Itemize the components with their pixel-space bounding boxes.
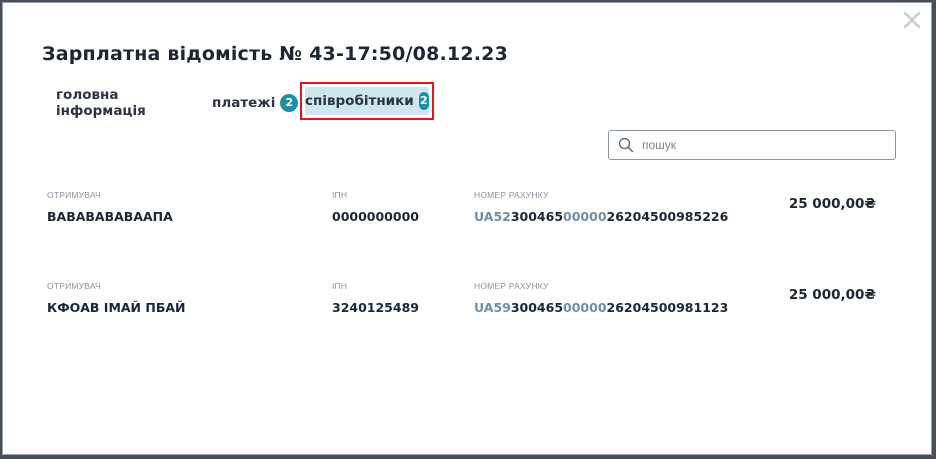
tab-label: головна інформація [56, 87, 146, 119]
recipient-name: ВАВАВАВАВААПА [47, 209, 173, 224]
tab-employees[interactable]: співробітники 2 [300, 82, 434, 120]
employee-row: ОТРИМУВАЧ КФОАВ ІМАЙ ПБАЙ ІПН 3240125489… [3, 281, 933, 341]
ipn-value: 3240125489 [332, 300, 419, 315]
close-icon[interactable] [901, 9, 923, 31]
employee-row: ОТРИМУВАЧ ВАВАВАВАВААПА ІПН 0000000000 Н… [3, 190, 933, 250]
ipn-value: 0000000000 [332, 209, 419, 224]
amount-value: 25 000,00₴ [788, 196, 876, 212]
count-badge: 2 [280, 94, 299, 112]
recipient-label: ОТРИМУВАЧ [47, 190, 101, 200]
account-part: 26204500981123 [606, 300, 729, 315]
recipient-name: КФОАВ ІМАЙ ПБАЙ [47, 300, 186, 315]
search-box[interactable] [608, 130, 896, 160]
account-part: 300465 [510, 300, 564, 315]
search-input[interactable] [640, 137, 884, 153]
tab-label: платежі [212, 95, 276, 111]
account-prefix: UA52 [474, 209, 511, 224]
account-label: НОМЕР РАХУНКУ [474, 190, 549, 200]
account-part: 26204500985226 [606, 209, 729, 224]
account-number: UA593004650000026204500981123 [474, 300, 728, 315]
account-number: UA523004650000026204500985226 [474, 209, 728, 224]
tab-label: співробітники [305, 93, 414, 109]
account-part: 00000 [563, 300, 607, 315]
count-badge: 2 [418, 92, 429, 110]
tab-main-info[interactable]: головна інформація [56, 83, 146, 123]
tab-payments[interactable]: платежі 2 [212, 83, 299, 123]
account-part: 00000 [563, 209, 607, 224]
account-prefix: UA59 [474, 300, 511, 315]
dialog-title: Зарплатна відомість № 43-17:50/08.12.23 [42, 43, 509, 65]
payroll-dialog: Зарплатна відомість № 43-17:50/08.12.23 … [2, 2, 932, 455]
amount-value: 25 000,00₴ [788, 287, 876, 303]
account-label: НОМЕР РАХУНКУ [474, 281, 549, 291]
active-tab-highlight: співробітники 2 [305, 87, 429, 115]
account-part: 300465 [510, 209, 564, 224]
ipn-label: ІПН [332, 190, 348, 200]
recipient-label: ОТРИМУВАЧ [47, 281, 101, 291]
ipn-label: ІПН [332, 281, 348, 291]
search-icon [618, 137, 634, 153]
